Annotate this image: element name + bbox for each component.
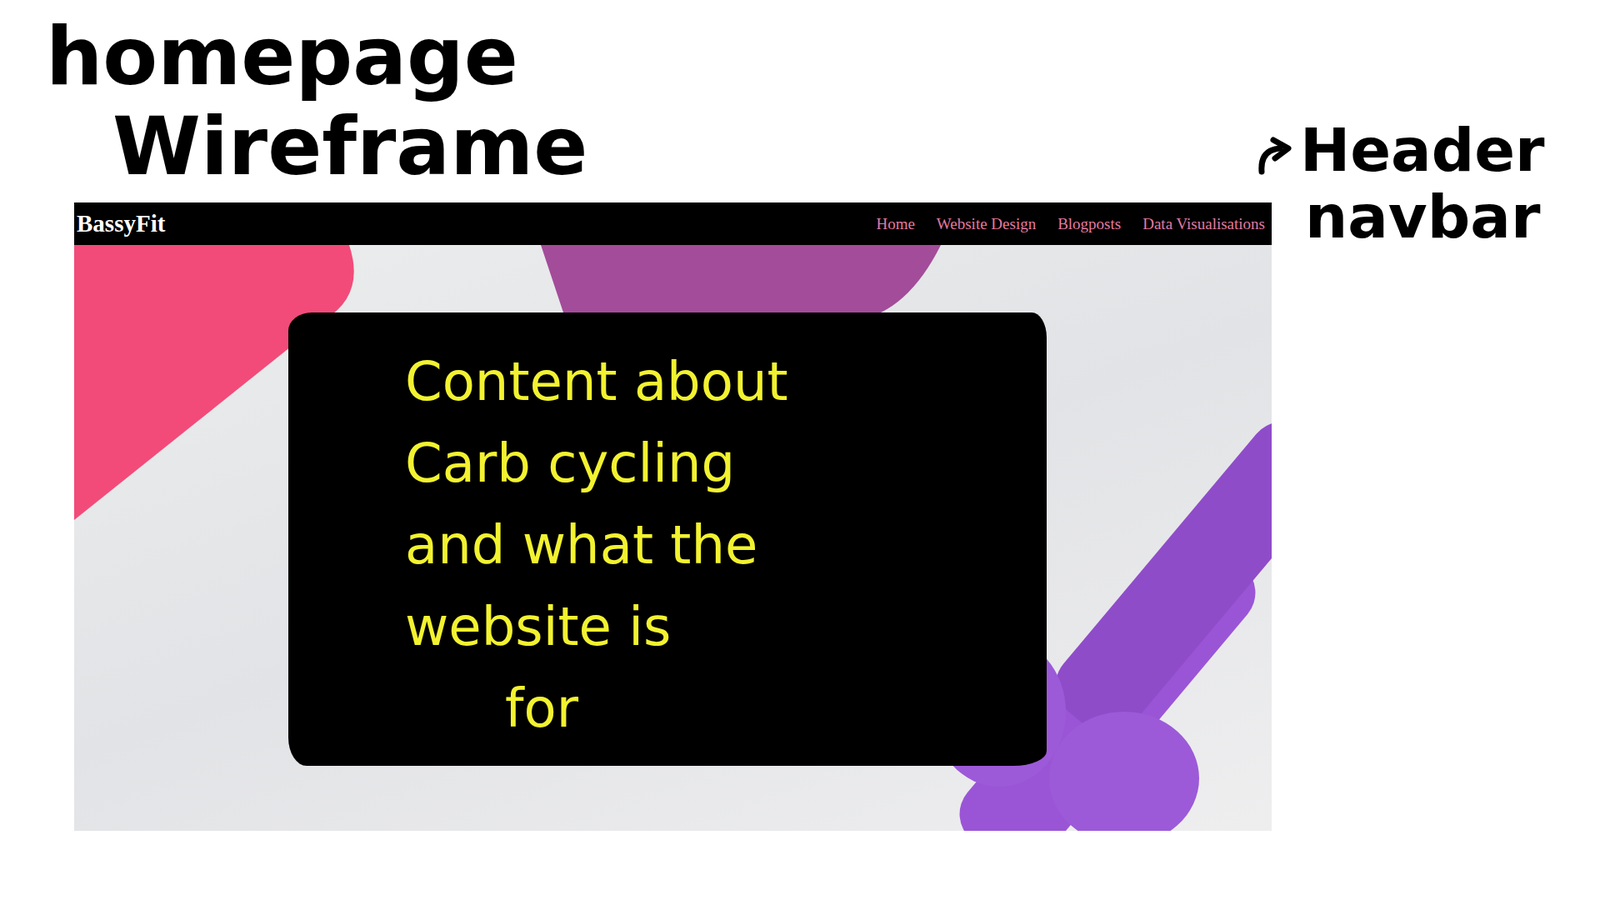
brand-logo[interactable]: BassyFit <box>76 210 165 238</box>
title-line: homepage <box>45 11 1272 102</box>
nav-link[interactable]: Home <box>875 215 915 234</box>
left-column: homepageWireframe BassyFit Home Website Des… <box>0 0 1272 900</box>
header-navbar: BassyFit Home Website Design Blogposts Data … <box>74 202 1272 245</box>
wireframe-slide: homepageWireframe BassyFit Home Website Des… <box>0 0 1600 900</box>
curved-arrow-icon <box>1255 135 1297 177</box>
callout-line: website is <box>405 585 1014 668</box>
homepage-mockup: BassyFit Home Website Design Blogposts Data … <box>74 202 1272 831</box>
callout-line: for <box>405 667 1014 750</box>
nav-link[interactable]: Website Design <box>936 215 1036 234</box>
nav-link[interactable]: Blogposts <box>1057 215 1121 234</box>
hero-photo: Content aboutCarb cyclingand what theweb… <box>74 245 1272 831</box>
callout-line: and what the <box>405 504 1014 586</box>
annotation: Headernavbar <box>1255 0 1545 900</box>
callout-line: Carb cycling <box>405 422 1014 505</box>
title-line: Wireframe <box>45 101 1272 192</box>
annotation-line: Header <box>1300 116 1545 184</box>
nav-links: Home Website Design Blogposts Data Visualis… <box>875 215 1265 234</box>
nav-link[interactable]: Data Visualisations <box>1142 215 1265 234</box>
callout-line: Content about <box>405 340 1014 423</box>
annotation-label: Headernavbar <box>1300 116 1545 250</box>
slide-title: homepageWireframe <box>45 0 1272 203</box>
annotation-line: navbar <box>1300 183 1545 250</box>
content-callout: Content aboutCarb cyclingand what theweb… <box>288 312 1047 766</box>
